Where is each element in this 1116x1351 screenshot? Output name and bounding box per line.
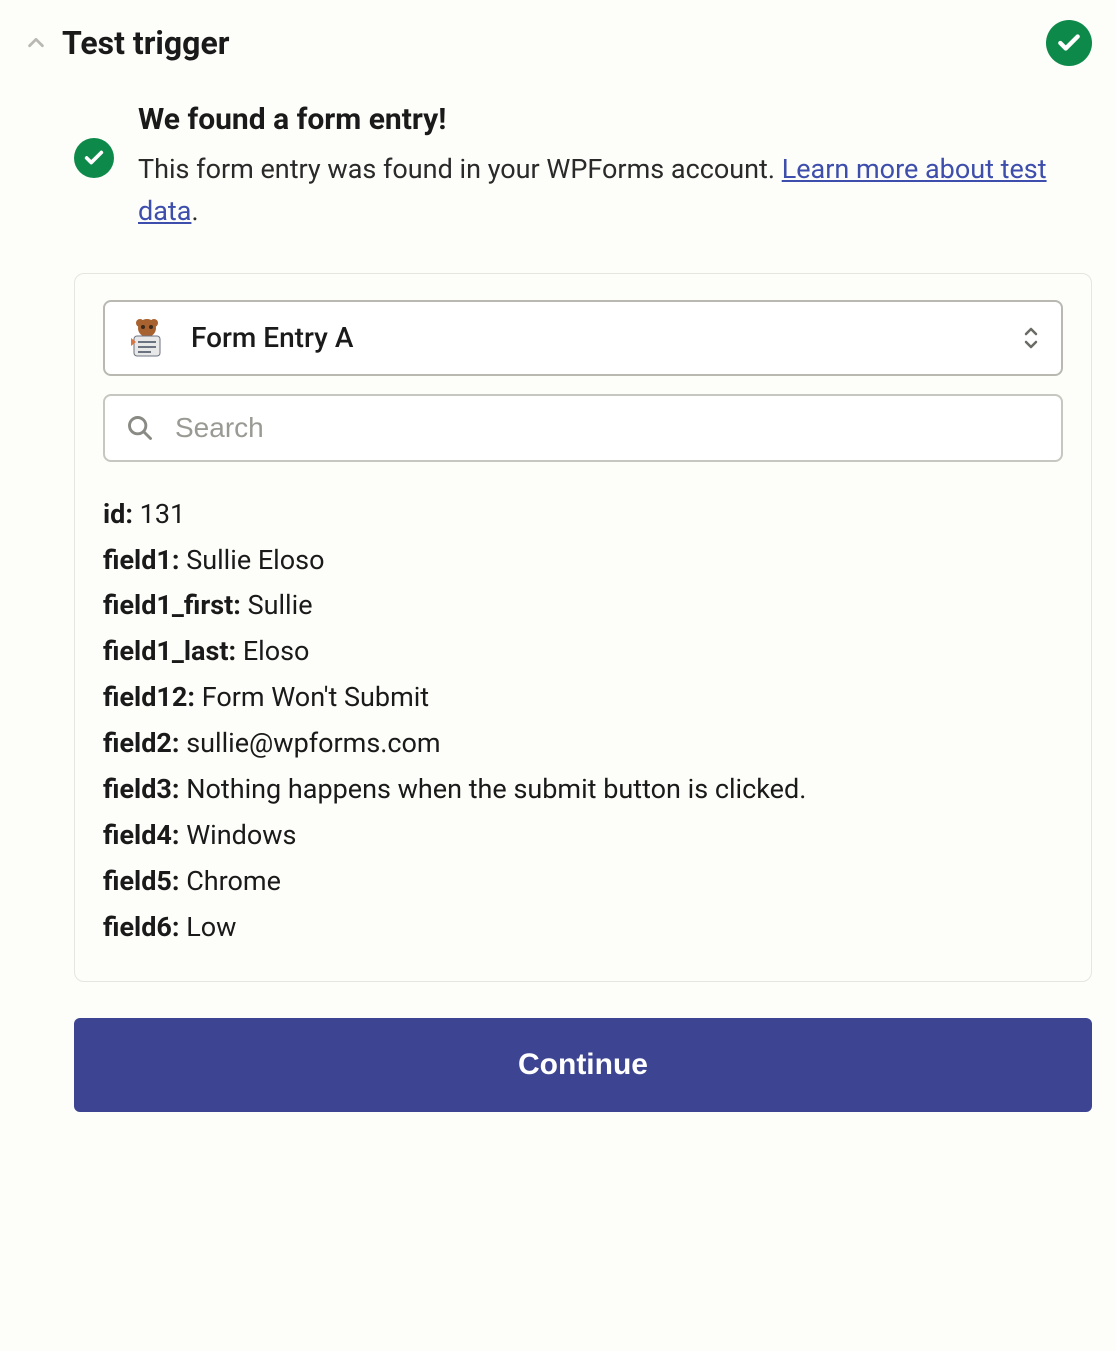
success-description: This form entry was found in your WPForm… [138, 149, 1092, 233]
field-key: field3: [103, 773, 180, 805]
field-value: 131 [140, 498, 186, 530]
field-key: field5: [103, 865, 180, 897]
field-value: Low [186, 911, 236, 943]
field-key: field1: [103, 544, 180, 576]
field-value: sullie@wpforms.com [186, 727, 440, 759]
search-box[interactable] [103, 394, 1063, 462]
success-heading: We found a form entry! [138, 102, 1092, 137]
field-item: field5: Chrome [103, 859, 1063, 905]
field-item: field1_first: Sullie [103, 583, 1063, 629]
field-key: field4: [103, 819, 180, 851]
field-key: field2: [103, 727, 180, 759]
field-value: Form Won't Submit [202, 681, 429, 713]
search-input[interactable] [175, 412, 1041, 444]
field-item: field3: Nothing happens when the submit … [103, 767, 1063, 813]
success-desc-suffix: . [191, 195, 198, 227]
success-message: We found a form entry! This form entry w… [24, 102, 1092, 233]
wpforms-icon [125, 316, 169, 360]
check-circle-icon [74, 138, 114, 178]
field-list: id: 131field1: Sullie Elosofield1_first:… [103, 492, 1063, 951]
field-item: field4: Windows [103, 813, 1063, 859]
select-chevrons-icon [1021, 324, 1041, 352]
field-value: Nothing happens when the submit button i… [186, 773, 806, 805]
field-item: field1: Sullie Eloso [103, 538, 1063, 584]
field-item: field6: Low [103, 905, 1063, 951]
entry-select[interactable]: Form Entry A [103, 300, 1063, 376]
success-badge-icon [1046, 20, 1092, 66]
field-key: field6: [103, 911, 180, 943]
section-header: Test trigger [24, 20, 1092, 66]
field-item: field2: sullie@wpforms.com [103, 721, 1063, 767]
field-item: field1_last: Eloso [103, 629, 1063, 675]
field-value: Sullie [248, 589, 313, 621]
field-key: field1_first: [103, 589, 241, 621]
search-icon [125, 413, 155, 443]
field-key: field12: [103, 681, 195, 713]
field-item: field12: Form Won't Submit [103, 675, 1063, 721]
data-panel: Form Entry A id: 131field1: Sullie Eloso… [74, 273, 1092, 982]
field-value: Eloso [243, 635, 310, 667]
chevron-up-icon[interactable] [24, 31, 48, 55]
success-text: We found a form entry! This form entry w… [138, 102, 1092, 233]
field-value: Sullie Eloso [186, 544, 324, 576]
field-value: Windows [186, 819, 296, 851]
field-key: id: [103, 498, 133, 530]
entry-select-label: Form Entry A [191, 321, 1021, 354]
section-title: Test trigger [62, 24, 229, 62]
field-key: field1_last: [103, 635, 236, 667]
field-value: Chrome [186, 865, 281, 897]
header-left[interactable]: Test trigger [24, 24, 229, 62]
success-desc-text: This form entry was found in your WPForm… [138, 153, 782, 185]
continue-button[interactable]: Continue [74, 1018, 1092, 1112]
field-item: id: 131 [103, 492, 1063, 538]
